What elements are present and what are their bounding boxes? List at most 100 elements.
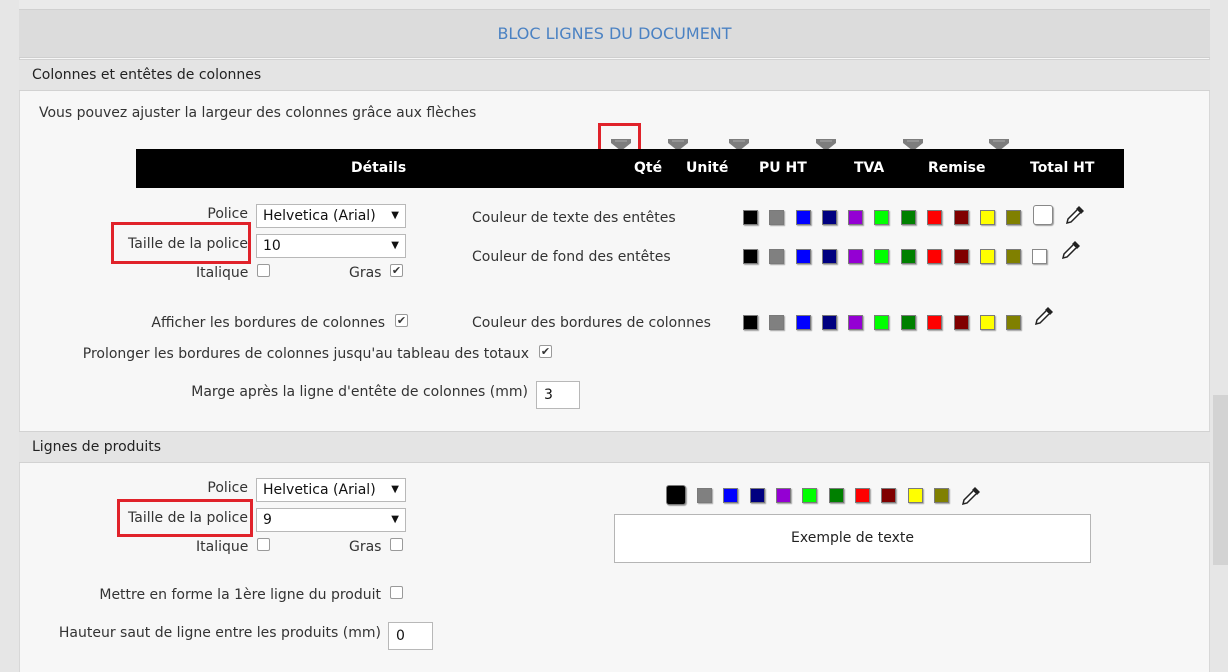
color-swatch[interactable] <box>954 249 969 264</box>
product-bold-label: Gras <box>349 539 382 555</box>
color-swatch[interactable] <box>954 315 969 330</box>
chevron-down-icon: ▼ <box>391 240 399 251</box>
color-swatch[interactable] <box>776 488 791 503</box>
color-swatch[interactable] <box>927 249 942 264</box>
color-swatch[interactable] <box>796 315 811 330</box>
eyedropper-icon[interactable] <box>1033 305 1055 327</box>
color-swatch[interactable] <box>822 210 837 225</box>
column-header-unit: Unité <box>686 160 729 176</box>
color-swatch[interactable] <box>822 315 837 330</box>
color-swatch[interactable] <box>769 210 784 225</box>
color-swatch[interactable] <box>874 315 889 330</box>
column-header-unit-price: PU HT <box>759 160 807 176</box>
color-swatch[interactable] <box>822 249 837 264</box>
product-italic-label: Italique <box>196 539 249 555</box>
color-swatch[interactable] <box>980 210 995 225</box>
header-margin-label: Marge après la ligne d'entête de colonne… <box>191 384 528 400</box>
color-swatch[interactable] <box>848 210 863 225</box>
section-heading-columns: Colonnes et entêtes de colonnes <box>19 59 1210 91</box>
font-select[interactable]: Helvetica (Arial) ▼ <box>256 204 406 228</box>
color-swatch[interactable] <box>848 315 863 330</box>
top-band <box>19 0 1210 10</box>
product-font-select[interactable]: Helvetica (Arial) ▼ <box>256 478 406 502</box>
color-swatch[interactable] <box>855 488 870 503</box>
column-header-details: Détails <box>351 160 407 176</box>
eyedropper-icon[interactable] <box>960 485 982 507</box>
color-swatch[interactable] <box>1006 315 1021 330</box>
column-header-vat: TVA <box>854 160 885 176</box>
eyedropper-icon[interactable] <box>1064 204 1086 226</box>
color-swatch[interactable] <box>1006 210 1021 225</box>
product-font-label: Police <box>207 480 248 496</box>
highlight-box <box>111 222 251 264</box>
color-swatch[interactable] <box>934 488 949 503</box>
page-title: BLOC LIGNES DU DOCUMENT <box>19 10 1210 58</box>
section-heading-products: Lignes de produits <box>19 431 1210 463</box>
color-swatch[interactable] <box>802 488 817 503</box>
extend-borders-checkbox[interactable]: ✔ <box>539 345 552 358</box>
show-borders-checkbox[interactable]: ✔ <box>395 314 408 327</box>
font-label: Police <box>207 206 248 222</box>
color-swatch[interactable] <box>901 249 916 264</box>
bold-checkbox[interactable]: ✔ <box>390 264 403 277</box>
columns-hint: Vous pouvez ajuster la largeur des colon… <box>39 105 477 121</box>
color-swatch[interactable] <box>901 210 916 225</box>
color-swatch[interactable] <box>908 488 923 503</box>
color-swatch[interactable] <box>829 488 844 503</box>
scrollbar-track[interactable] <box>1210 0 1228 672</box>
color-swatch[interactable] <box>980 315 995 330</box>
color-swatch[interactable] <box>769 315 784 330</box>
color-swatch[interactable] <box>796 249 811 264</box>
color-swatch[interactable] <box>927 210 942 225</box>
italic-label: Italique <box>196 265 249 281</box>
color-swatch[interactable] <box>750 488 765 503</box>
product-font-size-select[interactable]: 9 ▼ <box>256 508 406 532</box>
color-swatch[interactable] <box>954 210 969 225</box>
chevron-down-icon: ▼ <box>391 514 399 525</box>
color-swatch[interactable] <box>881 488 896 503</box>
highlight-box <box>117 499 253 537</box>
line-spacing-input[interactable]: 0 <box>388 622 433 650</box>
color-swatch[interactable] <box>743 315 758 330</box>
color-swatch[interactable] <box>848 249 863 264</box>
chevron-down-icon: ▼ <box>391 210 399 221</box>
product-font-size-select-value: 9 <box>263 512 272 528</box>
scrollbar-thumb[interactable] <box>1213 395 1228 565</box>
format-first-line-label: Mettre en forme la 1ère ligne du produit <box>99 587 381 603</box>
column-header-discount: Remise <box>928 160 986 176</box>
font-size-select-value: 10 <box>263 238 281 254</box>
column-header-total: Total HT <box>1030 160 1095 176</box>
product-italic-checkbox[interactable] <box>257 538 270 551</box>
font-size-select[interactable]: 10 ▼ <box>256 234 406 258</box>
color-swatch-white-selected[interactable] <box>1033 205 1053 225</box>
border-color-label: Couleur des bordures de colonnes <box>472 315 711 331</box>
color-swatch-white[interactable] <box>1032 249 1047 264</box>
product-bold-checkbox[interactable] <box>390 538 403 551</box>
color-swatch[interactable] <box>874 249 889 264</box>
header-bg-color-label: Couleur de fond des entêtes <box>472 249 671 265</box>
color-swatch[interactable] <box>980 249 995 264</box>
header-text-color-label: Couleur de texte des entêtes <box>472 210 676 226</box>
chevron-down-icon: ▼ <box>391 484 399 495</box>
color-swatch[interactable] <box>743 249 758 264</box>
text-preview-box: Exemple de texte <box>614 514 1091 563</box>
column-header-row: Détails Qté Unité PU HT TVA Remise Total… <box>136 149 1124 188</box>
settings-panel <box>19 0 1210 672</box>
color-swatch[interactable] <box>796 210 811 225</box>
line-spacing-label: Hauteur saut de ligne entre les produits… <box>58 625 381 641</box>
color-swatch[interactable] <box>927 315 942 330</box>
format-first-line-checkbox[interactable] <box>390 586 403 599</box>
color-swatch[interactable] <box>743 210 758 225</box>
product-font-select-value: Helvetica (Arial) <box>263 482 376 498</box>
color-swatch[interactable] <box>666 485 686 505</box>
eyedropper-icon[interactable] <box>1060 239 1082 261</box>
color-swatch[interactable] <box>769 249 784 264</box>
color-swatch[interactable] <box>1006 249 1021 264</box>
color-swatch[interactable] <box>697 488 712 503</box>
header-margin-input[interactable]: 3 <box>536 381 580 409</box>
column-header-qty: Qté <box>634 160 663 176</box>
color-swatch[interactable] <box>901 315 916 330</box>
italic-checkbox[interactable] <box>257 264 270 277</box>
color-swatch[interactable] <box>874 210 889 225</box>
color-swatch[interactable] <box>723 488 738 503</box>
